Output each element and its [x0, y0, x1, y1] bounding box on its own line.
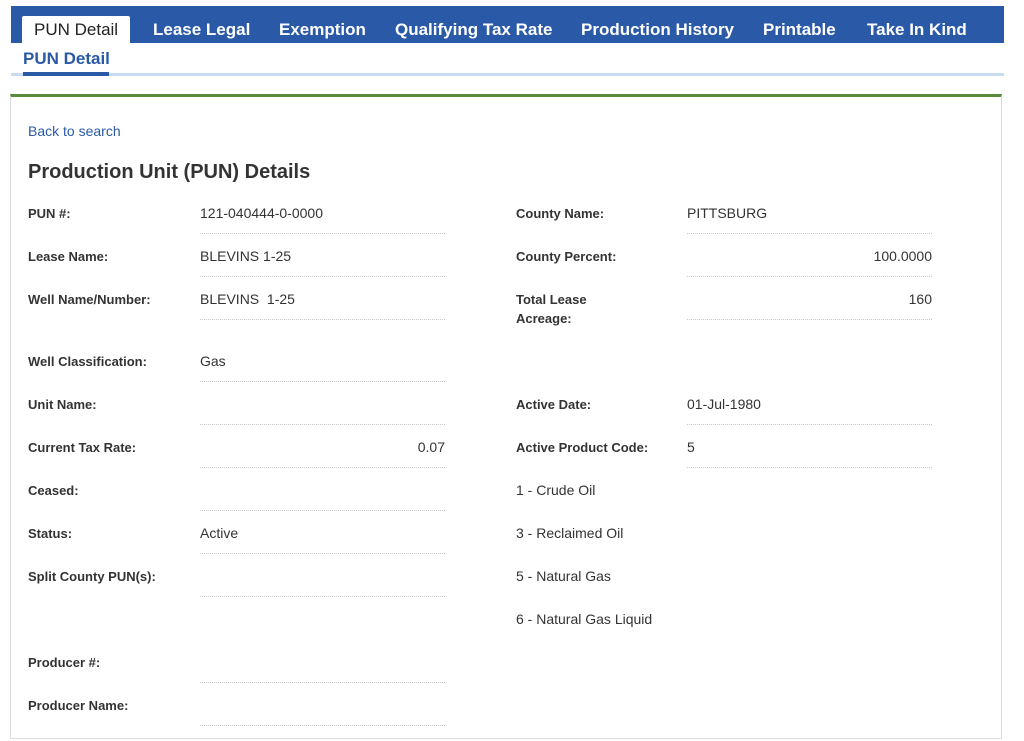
active-date-label: Active Date: — [516, 397, 592, 412]
county-percent-value: 100.0000 — [687, 247, 932, 277]
page-title: Production Unit (PUN) Details — [28, 161, 311, 183]
county-name-label: County Name: — [516, 206, 605, 221]
producer-name-value — [200, 696, 445, 726]
well-name-label: Well Name/Number: — [28, 292, 151, 307]
status-label: Status: — [28, 526, 73, 541]
tab-take-in-kind[interactable]: Take In Kind — [867, 16, 967, 43]
current-tax-rate-value: 0.07 — [200, 438, 445, 468]
product-legend-item: 3 - Reclaimed Oil — [516, 525, 624, 541]
split-county-value — [200, 567, 445, 597]
unit-name-label: Unit Name: — [28, 397, 97, 412]
producer-name-label: Producer Name: — [28, 698, 129, 713]
county-percent-label: County Percent: — [516, 249, 617, 264]
subtab-active-indicator — [23, 72, 109, 76]
active-date-value: 01-Jul-1980 — [687, 395, 932, 425]
unit-name-value — [200, 395, 445, 425]
tab-pun-detail[interactable]: PUN Detail — [22, 16, 131, 44]
status-value: Active — [200, 524, 445, 554]
county-name-value: PITTSBURG — [687, 204, 932, 234]
ceased-value — [200, 481, 445, 511]
page: PUN Detail Lease Legal Exemption Qualify… — [0, 0, 1024, 741]
total-lease-acreage-label: Total Lease Acreage: — [516, 290, 587, 328]
well-name-value: BLEVINS 1-25 — [200, 290, 445, 320]
main-tab-bar: PUN Detail Lease Legal Exemption Qualify… — [11, 6, 1004, 44]
total-lease-acreage-label-line2: Acreage: — [516, 311, 572, 326]
active-product-code-label: Active Product Code: — [516, 440, 649, 455]
tab-exemption[interactable]: Exemption — [279, 16, 366, 43]
lease-name-label: Lease Name: — [28, 249, 109, 264]
product-legend-item: 6 - Natural Gas Liquid — [516, 611, 653, 627]
pun-value: 121-040444-0-0000 — [200, 204, 445, 234]
producer-number-label: Producer #: — [28, 655, 101, 670]
well-classification-value: Gas — [200, 352, 445, 382]
back-to-search-link[interactable]: Back to search — [28, 123, 121, 139]
tab-qualifying-tax-rate[interactable]: Qualifying Tax Rate — [395, 16, 552, 43]
product-legend-item: 5 - Natural Gas — [516, 568, 611, 584]
tab-production-history[interactable]: Production History — [581, 16, 734, 43]
total-lease-acreage-label-line1: Total Lease — [516, 292, 587, 307]
producer-number-value — [200, 653, 445, 683]
product-legend-item: 1 - Crude Oil — [516, 482, 596, 498]
well-classification-label: Well Classification: — [28, 354, 147, 369]
split-county-label: Split County PUN(s): — [28, 569, 156, 584]
tab-printable[interactable]: Printable — [763, 16, 836, 43]
lease-name-value: BLEVINS 1-25 — [200, 247, 445, 277]
total-lease-acreage-value: 160 — [687, 290, 932, 320]
ceased-label: Ceased: — [28, 483, 79, 498]
active-product-code-value: 5 — [687, 438, 932, 468]
subtab-pun-detail[interactable]: PUN Detail — [23, 49, 110, 69]
pun-label: PUN #: — [28, 206, 71, 221]
current-tax-rate-label: Current Tax Rate: — [28, 440, 137, 455]
tab-lease-legal[interactable]: Lease Legal — [153, 16, 250, 43]
subtab-rail — [11, 73, 1004, 76]
